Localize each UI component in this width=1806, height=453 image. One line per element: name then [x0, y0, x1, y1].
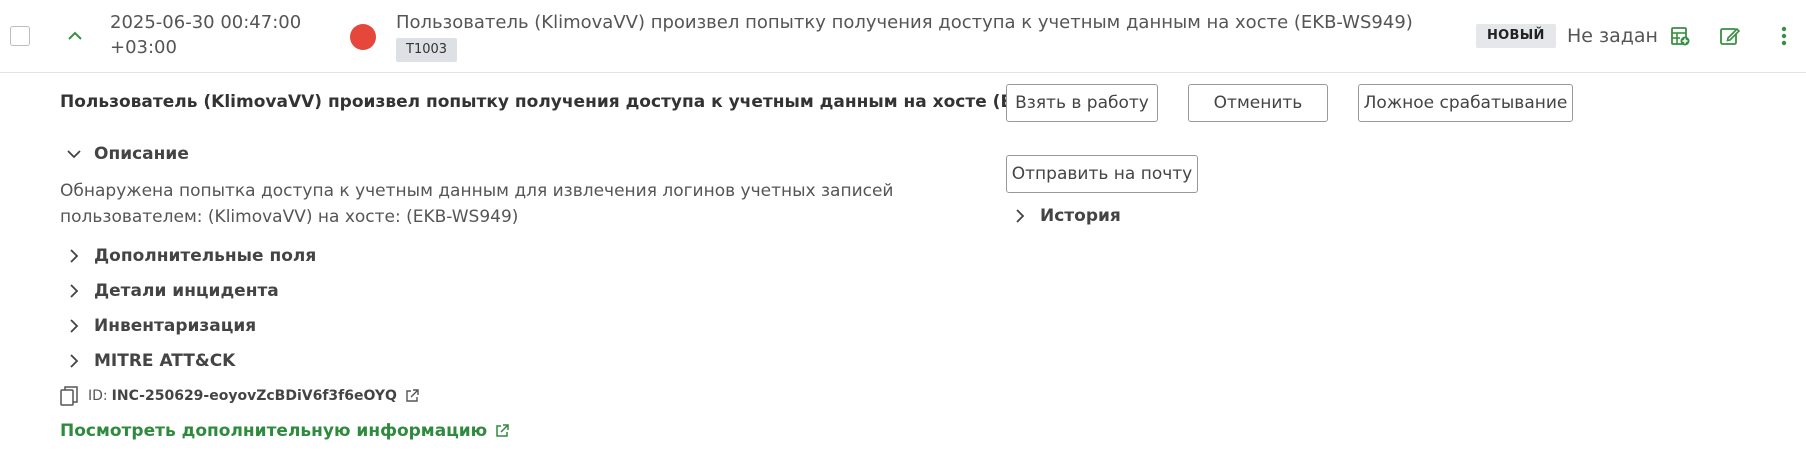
copy-icon[interactable]	[60, 386, 78, 406]
edit-icon[interactable]	[1718, 24, 1742, 48]
more-vertical-icon[interactable]	[1772, 24, 1796, 48]
severity-indicator	[350, 24, 376, 50]
detail-heading: Пользователь (KlimovaVV) произвел попытк…	[60, 92, 1119, 112]
section-incident-details[interactable]: Детали инцидента	[66, 281, 279, 301]
chevron-right-icon	[70, 249, 79, 263]
chevron-down-icon	[67, 150, 81, 159]
external-link-icon	[496, 424, 509, 437]
status-badge: НОВЫЙ	[1476, 24, 1556, 48]
chevron-right-icon	[70, 319, 79, 333]
send-mail-button[interactable]: Отправить на почту	[1006, 155, 1198, 193]
false-positive-button[interactable]: Ложное срабатывание	[1358, 84, 1573, 122]
section-label: Дополнительные поля	[94, 246, 317, 266]
technique-tag: T1003	[396, 38, 458, 62]
incident-row: 2025-06-30 00:47:00 +03:00 Пользователь …	[0, 0, 1806, 73]
section-mitre[interactable]: MITRE ATT&CK	[66, 351, 235, 371]
assignee-value[interactable]: Не задан	[1567, 23, 1658, 49]
incident-datetime: 2025-06-30 00:47:00 +03:00	[110, 10, 301, 60]
section-label: MITRE ATT&CK	[94, 351, 236, 371]
history-toggle[interactable]: История	[1012, 206, 1121, 226]
section-description-label: Описание	[94, 144, 189, 164]
section-label: Инвентаризация	[94, 316, 257, 336]
description-text: Обнаружена попытка доступа к учетным дан…	[60, 181, 894, 227]
id-value[interactable]: INC-250629-eoyovZcBDiV6f3f6eOYQ	[112, 388, 397, 404]
section-additional-fields[interactable]: Дополнительные поля	[66, 246, 316, 266]
datetime-line1: 2025-06-30 00:47:00	[110, 12, 302, 33]
take-to-work-button[interactable]: Взять в работу	[1006, 84, 1158, 122]
incident-id: ID: INC-250629-eoyovZcBDiV6f3f6eOYQ	[60, 386, 419, 406]
chevron-right-icon	[70, 284, 79, 298]
section-description[interactable]: Описание	[66, 144, 189, 164]
more-info-label: Посмотреть дополнительную информацию	[60, 421, 488, 441]
external-link-icon[interactable]	[405, 389, 419, 403]
chevron-right-icon	[1016, 209, 1025, 223]
chevron-up-icon[interactable]	[66, 27, 84, 45]
incident-title[interactable]: Пользователь (KlimovaVV) произвел попытк…	[396, 10, 1413, 35]
more-info-link[interactable]: Посмотреть дополнительную информацию	[60, 421, 509, 441]
id-label: ID:	[88, 388, 108, 404]
row-checkbox[interactable]	[10, 26, 30, 46]
cancel-button[interactable]: Отменить	[1188, 84, 1328, 122]
datetime-line2: +03:00	[110, 37, 177, 58]
section-label: Детали инцидента	[94, 281, 279, 301]
table-add-icon[interactable]	[1668, 24, 1692, 48]
chevron-right-icon	[70, 354, 79, 368]
section-inventory[interactable]: Инвентаризация	[66, 316, 256, 336]
history-label: История	[1040, 206, 1121, 226]
